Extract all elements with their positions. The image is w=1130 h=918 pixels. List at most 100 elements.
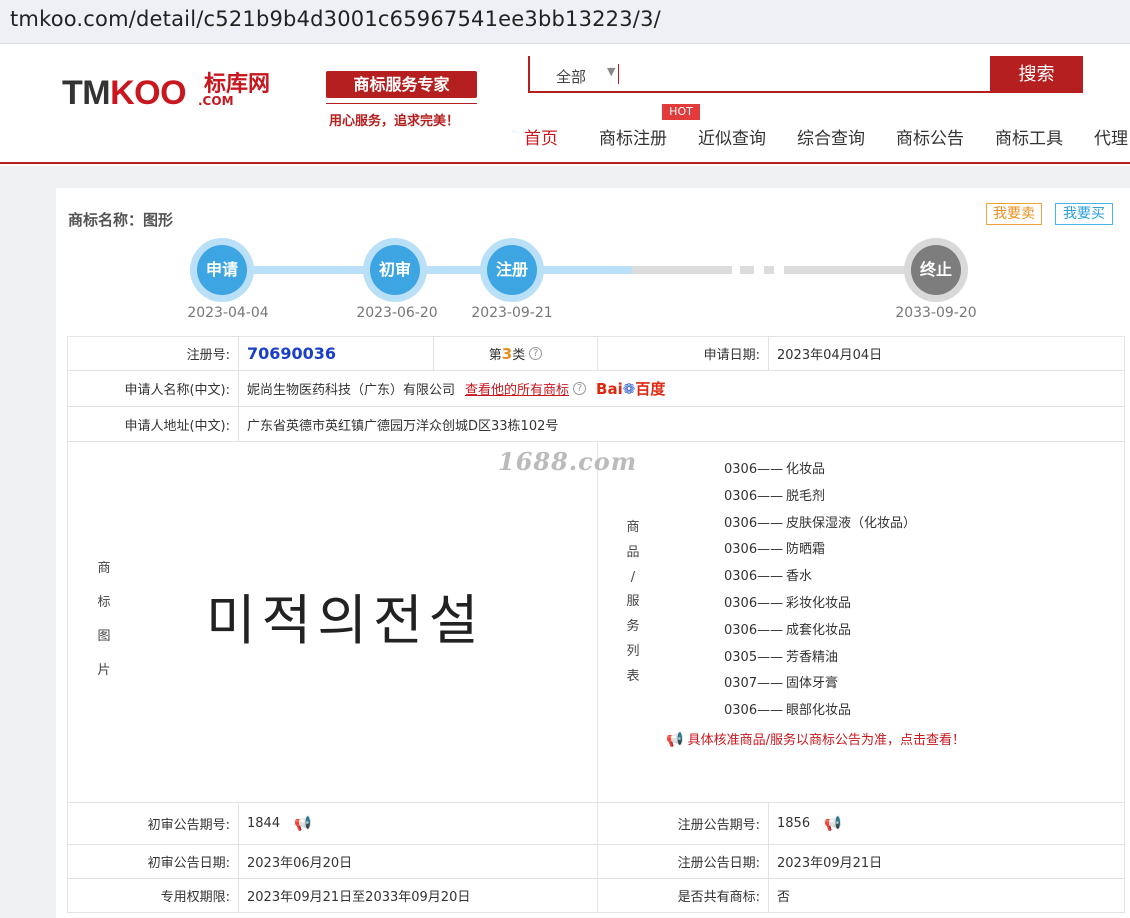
nav-trademark-tools[interactable]: 商标工具	[995, 124, 1063, 149]
nav-home[interactable]: 首页	[524, 124, 558, 149]
text-cursor	[618, 64, 619, 84]
list-item: 0306—— 化妆品	[724, 457, 916, 484]
reg-pub-date-label: 注册公告日期:	[597, 844, 769, 879]
nav-trademark-announcement[interactable]: 商标公告	[896, 124, 964, 149]
megaphone-icon[interactable]: 📢	[824, 816, 841, 832]
timeline-progress-bar	[222, 266, 632, 274]
browser-address-bar[interactable]: tmkoo.com/detail/c521b9b4d3001c65967541e…	[0, 0, 1130, 44]
vertical-char: 图	[97, 629, 111, 644]
goods-name: 彩妆化妆品	[786, 595, 852, 611]
vertical-char: 商	[97, 561, 111, 576]
list-item: 0306—— 彩妆化妆品	[724, 591, 916, 618]
search-scope-select[interactable]: 全部	[556, 66, 586, 87]
reg-no-cell: 70690036	[238, 336, 434, 371]
apply-date-cell: 2023年04月04日	[768, 336, 1125, 371]
reg-pub-date-value: 2023年09月21日	[777, 856, 883, 871]
label-text: 申请人名称(中文):	[124, 383, 230, 398]
reg-pub-date-cell: 2023年09月21日	[768, 844, 1125, 879]
label-text: 注册号:	[186, 348, 230, 363]
site-header: TMKOO 标库网 .COM 商标服务专家 用心服务，追求完美！ 全部 ▼ 搜索…	[0, 50, 1130, 164]
label-text: 申请人地址(中文):	[124, 418, 230, 434]
reg-pub-no-value: 1856	[777, 816, 811, 831]
class-suffix: 类	[512, 348, 526, 363]
hot-badge: HOT	[662, 104, 700, 120]
notice-text[interactable]: 具体核准商品/服务以商标公告为准，点击查看！	[688, 733, 965, 748]
logo-tm: TM	[62, 74, 111, 112]
baidu-search-button[interactable]: Bai❁百度	[596, 378, 665, 399]
reg-pub-no-label: 注册公告期号:	[597, 802, 769, 845]
goods-code: 0306——	[724, 622, 784, 638]
vertical-char: /	[630, 569, 636, 585]
goods-code: 0306——	[724, 703, 784, 719]
shared-cell: 否	[768, 878, 1125, 913]
list-item: 0306—— 防晒霜	[724, 537, 916, 564]
shared-value: 否	[777, 890, 791, 905]
applicant-cell: 妮尚生物医药科技（广东）有限公司 查看他的所有商标 ? Bai❁百度	[238, 370, 1125, 407]
timeline-date: 2033-09-20	[895, 305, 977, 321]
address-value: 广东省英德市英红镇广德园万洋众创城D区33栋102号	[247, 418, 559, 434]
nav-similar-search[interactable]: 近似查询	[698, 124, 766, 149]
logo-koo: KOO	[110, 74, 187, 112]
prelim-date-cell: 2023年06月20日	[238, 844, 598, 879]
label-text: 专用权期限:	[160, 890, 230, 905]
buy-button[interactable]: 我要买	[1055, 203, 1113, 225]
megaphone-icon: 📢	[666, 732, 684, 748]
trademark-image: 미적의전설	[206, 589, 485, 652]
class-prefix: 第	[488, 348, 502, 363]
goods-name: 防晒霜	[786, 542, 826, 558]
nav-agency[interactable]: 代理	[1094, 124, 1128, 149]
list-item: 0306—— 眼部化妆品	[724, 698, 916, 725]
timeline-step-apply: 申请	[190, 238, 254, 302]
help-icon[interactable]: ?	[529, 347, 543, 360]
label-text: 初审公告期号:	[147, 818, 230, 833]
prelim-no-label: 初审公告期号:	[67, 802, 239, 845]
logo-com: .COM	[198, 94, 234, 108]
applicant-value: 妮尚生物医药科技（广东）有限公司	[247, 383, 456, 398]
list-item: 0305—— 芳香精油	[724, 645, 916, 672]
goods-code: 0306——	[724, 542, 784, 558]
goods-code: 0306——	[724, 462, 784, 477]
shared-label: 是否共有商标:	[597, 878, 769, 913]
vertical-char: 标	[97, 595, 111, 610]
goods-code: 0306——	[724, 488, 784, 504]
validity-label: 专用权期限:	[67, 878, 239, 913]
goods-notice-link[interactable]: 📢 具体核准商品/服务以商标公告为准，点击查看！	[666, 729, 965, 748]
sell-button[interactable]: 我要卖	[986, 203, 1042, 225]
goods-code: 0306——	[724, 515, 784, 531]
timeline-remaining-bar	[784, 266, 914, 274]
timeline-step-label: 注册	[487, 245, 537, 295]
label-text: 是否共有商标:	[677, 890, 760, 905]
apply-date-label: 申请日期:	[597, 336, 769, 371]
image-vertical-label: 商 标 图 片	[96, 552, 112, 688]
nav-trademark-registration[interactable]: 商标注册	[599, 124, 667, 149]
list-item: 0306—— 脱毛剂	[724, 484, 916, 511]
search-input[interactable]: 全部 ▼	[528, 56, 992, 93]
validity-value: 2023年09月21日至2033年09月20日	[247, 890, 471, 905]
class-number: 3	[501, 344, 513, 363]
chevron-down-icon[interactable]: ▼	[607, 65, 615, 78]
help-icon[interactable]: ?	[573, 382, 587, 395]
prelim-date-value: 2023年06月20日	[247, 856, 353, 871]
goods-code: 0306——	[724, 595, 784, 611]
goods-name: 芳香精油	[786, 649, 839, 665]
list-item: 0306—— 皮肤保湿液（化妆品）	[724, 511, 916, 538]
label-text: 初审公告日期:	[147, 856, 230, 871]
search-button[interactable]: 搜索	[990, 56, 1083, 93]
url-text[interactable]: tmkoo.com/detail/c521b9b4d3001c65967541e…	[10, 7, 661, 31]
goods-name: 皮肤保湿液（化妆品）	[786, 515, 917, 531]
site-logo[interactable]: TMKOO	[62, 74, 187, 113]
timeline-step-prelim: 初审	[363, 238, 427, 302]
validity-cell: 2023年09月21日至2033年09月20日	[238, 878, 598, 913]
vertical-char: 列	[626, 643, 640, 659]
slogan-badge: 商标服务专家	[326, 71, 477, 98]
goods-code: 0305——	[724, 649, 784, 665]
goods-name: 固体牙膏	[786, 676, 839, 692]
megaphone-icon[interactable]: 📢	[294, 816, 311, 832]
prelim-date-label: 初审公告日期:	[67, 844, 239, 879]
watermark: 1688.com	[498, 447, 638, 476]
view-all-trademarks-link[interactable]: 查看他的所有商标	[465, 379, 569, 398]
label-text: 注册公告期号:	[677, 818, 760, 833]
label-text: 注册公告日期:	[677, 856, 760, 871]
nav-comprehensive-search[interactable]: 综合查询	[797, 124, 865, 149]
timeline-remaining-bar	[632, 266, 732, 274]
